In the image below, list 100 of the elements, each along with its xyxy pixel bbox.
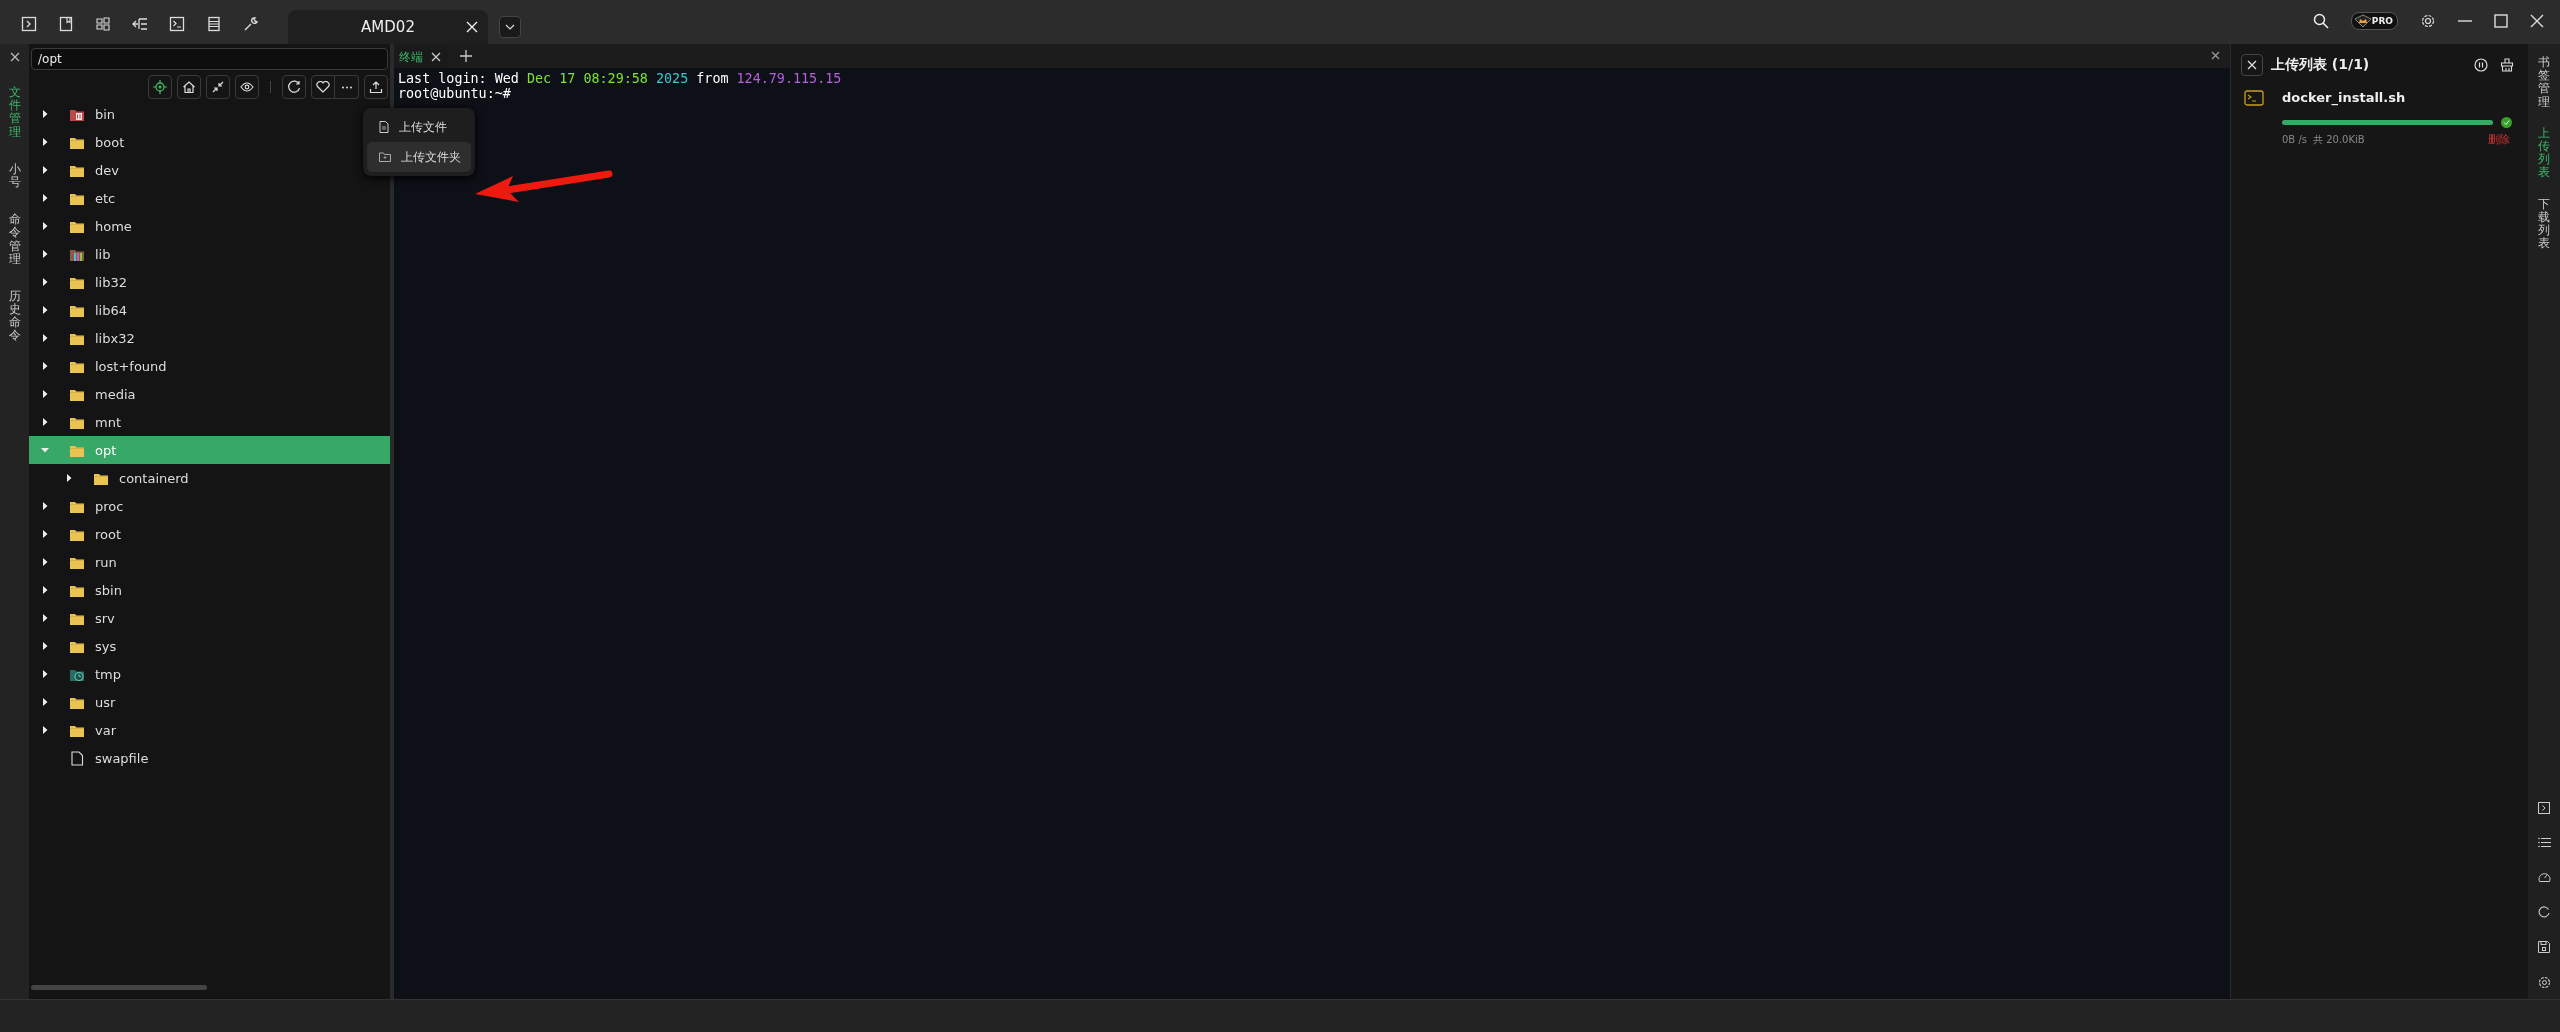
tree-list-icon[interactable] xyxy=(132,16,148,32)
close-icon[interactable] xyxy=(9,52,20,62)
tree-item[interactable]: etc xyxy=(29,184,390,212)
item-name: run xyxy=(95,554,117,570)
side-tab[interactable]: 历史命令 xyxy=(8,289,21,343)
side-tab[interactable]: 小号 xyxy=(8,162,21,190)
tree-item[interactable]: usr xyxy=(29,688,390,716)
menu-item[interactable]: 上传文件夹 xyxy=(367,142,471,172)
caret-right-icon[interactable] xyxy=(41,558,49,566)
tree-item[interactable]: lib64 xyxy=(29,296,390,324)
tree-item[interactable]: containerd xyxy=(29,464,390,492)
caret-right-icon[interactable] xyxy=(41,502,49,510)
terminal-icon[interactable] xyxy=(169,16,185,32)
caret-down-icon[interactable] xyxy=(41,446,49,454)
side-tab[interactable]: 文件管理 xyxy=(8,86,21,139)
refresh-icon[interactable] xyxy=(2538,906,2550,918)
show-hidden-button[interactable] xyxy=(235,75,259,99)
caret-right-icon[interactable] xyxy=(41,306,49,314)
maximize-icon[interactable] xyxy=(2494,14,2508,28)
terminal-line: root@ubuntu:~# xyxy=(398,86,511,101)
item-name: proc xyxy=(95,498,124,514)
close-icon[interactable] xyxy=(431,52,441,62)
delete-link[interactable]: 删除 xyxy=(2488,132,2510,147)
caret-right-icon[interactable] xyxy=(41,642,49,650)
tree-item[interactable]: libx32 xyxy=(29,324,390,352)
chevron-down-icon xyxy=(505,24,515,30)
tree-item[interactable]: home xyxy=(29,212,390,240)
caret-right-icon[interactable] xyxy=(41,670,49,678)
settings-icon[interactable] xyxy=(2420,13,2436,29)
tree-item[interactable]: run xyxy=(29,548,390,576)
script-file-icon xyxy=(2244,90,2264,106)
caret-right-icon[interactable] xyxy=(41,418,49,426)
item-name: mnt xyxy=(95,414,121,430)
caret-right-icon[interactable] xyxy=(41,278,49,286)
refresh-button[interactable] xyxy=(282,75,306,99)
caret-right-icon[interactable] xyxy=(41,726,49,734)
gauge-icon[interactable] xyxy=(2537,871,2551,883)
item-name: boot xyxy=(95,134,125,150)
dropdown-button[interactable] xyxy=(499,16,521,38)
close-icon xyxy=(2247,60,2257,70)
scrollbar-thumb[interactable] xyxy=(31,985,207,990)
tree-item[interactable]: var xyxy=(29,716,390,744)
item-name: lib64 xyxy=(95,302,128,318)
settings-icon[interactable] xyxy=(2537,976,2551,989)
tree-item[interactable]: sbin xyxy=(29,576,390,604)
caret-right-icon[interactable] xyxy=(41,334,49,342)
tree-item[interactable]: lib xyxy=(29,240,390,268)
tree-item[interactable]: mnt xyxy=(29,408,390,436)
tree-item[interactable]: sys xyxy=(29,632,390,660)
side-tab[interactable]: 命令管理 xyxy=(8,213,21,266)
pro-badge[interactable]: PRO xyxy=(2350,12,2398,30)
side-tab[interactable]: 下载列表 xyxy=(2538,197,2550,251)
close-button[interactable] xyxy=(2241,54,2263,76)
document-icon[interactable] xyxy=(58,16,74,32)
item-name: bin xyxy=(95,106,116,122)
caret-right-icon[interactable] xyxy=(41,390,49,398)
caret-right-icon[interactable] xyxy=(65,474,73,482)
side-tab[interactable]: 书签管理 xyxy=(2538,56,2550,109)
tree-item[interactable]: root xyxy=(29,520,390,548)
save-icon[interactable] xyxy=(2538,941,2550,953)
windows-icon[interactable] xyxy=(95,16,111,32)
caret-right-icon[interactable] xyxy=(41,586,49,594)
item-name: usr xyxy=(95,694,116,710)
side-tab[interactable]: 上传列表 xyxy=(2538,126,2550,180)
collapse-button[interactable] xyxy=(206,75,230,99)
tree-item[interactable]: swapfile xyxy=(29,744,390,772)
upload-button[interactable] xyxy=(364,75,388,99)
tree-item[interactable]: proc xyxy=(29,492,390,520)
caret-right-icon[interactable] xyxy=(41,222,49,230)
close-icon[interactable] xyxy=(2211,51,2220,60)
caret-right-icon[interactable] xyxy=(41,166,49,174)
item-name: libx32 xyxy=(95,330,135,346)
search-icon[interactable] xyxy=(2312,13,2329,29)
caret-right-icon[interactable] xyxy=(41,194,49,202)
caret-right-icon[interactable] xyxy=(41,614,49,622)
caret-right-icon[interactable] xyxy=(41,362,49,370)
locate-button[interactable] xyxy=(148,75,172,99)
home-button[interactable] xyxy=(177,75,201,99)
path-field[interactable]: /opt xyxy=(31,48,388,70)
server-icon[interactable] xyxy=(206,16,222,32)
tree-item[interactable]: lost+found xyxy=(29,352,390,380)
caret-right-icon[interactable] xyxy=(41,698,49,706)
wrench-icon[interactable] xyxy=(243,16,259,32)
broom-icon[interactable] xyxy=(2500,58,2514,72)
caret-right-icon[interactable] xyxy=(41,530,49,538)
tree-item[interactable]: lib32 xyxy=(29,268,390,296)
pause-icon[interactable] xyxy=(2474,58,2488,72)
session-tab[interactable]: AMD02 xyxy=(288,10,488,44)
caret-right-icon[interactable] xyxy=(41,110,49,118)
tree-item[interactable]: media xyxy=(29,380,390,408)
favorite-button[interactable] xyxy=(311,75,335,99)
add-tab-icon[interactable] xyxy=(460,50,472,62)
caret-right-icon[interactable] xyxy=(41,138,49,146)
file-name: docker_install.sh xyxy=(2282,90,2407,105)
list-icon[interactable] xyxy=(2537,837,2551,848)
tree-item[interactable]: tmp xyxy=(29,660,390,688)
caret-right-icon[interactable] xyxy=(41,250,49,258)
terminal-window-icon[interactable] xyxy=(21,16,37,32)
terminal-icon[interactable] xyxy=(2538,802,2550,814)
tree-item[interactable]: srv xyxy=(29,604,390,632)
